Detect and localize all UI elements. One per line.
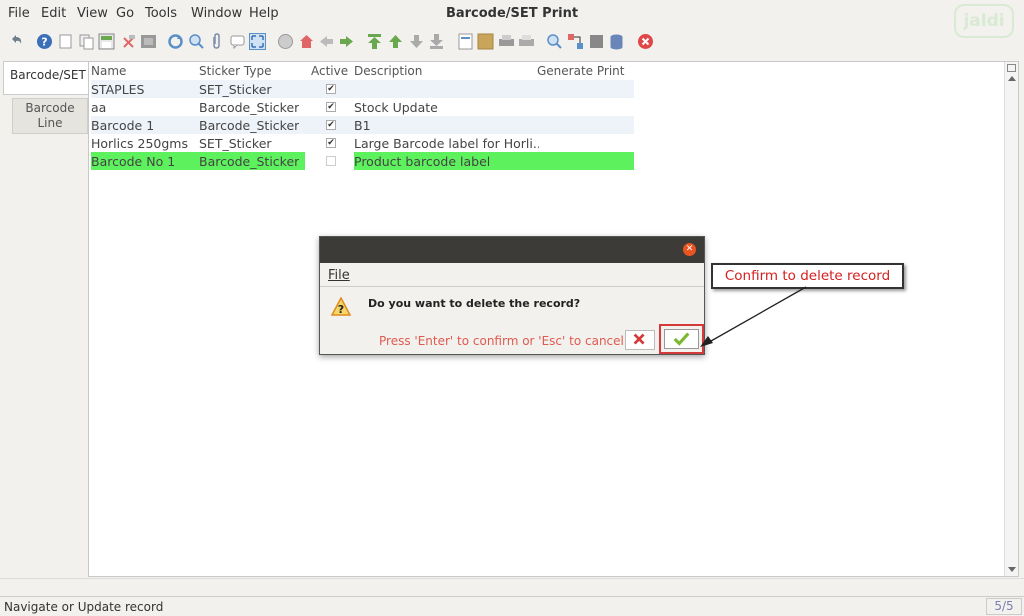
attachment-icon[interactable]: [208, 33, 225, 50]
horizontal-scroll-area: [0, 578, 1024, 594]
cell-sticker-type: SET_Sticker: [199, 82, 272, 97]
cell-description: Product barcode label: [354, 154, 491, 169]
back-icon[interactable]: [318, 33, 335, 50]
active-checkbox[interactable]: [326, 156, 336, 166]
dialog-hint: Press 'Enter' to confirm or 'Esc' to can…: [379, 334, 624, 348]
cell-description: Stock Update: [354, 100, 438, 115]
print-setup-icon[interactable]: [518, 33, 535, 50]
cell-name: Horlics 250gms: [91, 136, 188, 151]
dialog-menu-file[interactable]: File: [328, 268, 350, 283]
home-icon[interactable]: [298, 33, 315, 50]
record-count[interactable]: 5/5: [986, 598, 1022, 615]
cancel-button[interactable]: [625, 330, 655, 350]
status-text: Navigate or Update record: [4, 600, 164, 614]
help-icon[interactable]: ?: [36, 33, 53, 50]
cell-name: STAPLES: [91, 82, 145, 97]
report-icon[interactable]: [457, 33, 474, 50]
cell-description: B1: [354, 118, 371, 133]
warning-icon: ?: [330, 296, 352, 317]
cell-name: Barcode 1: [91, 118, 155, 133]
active-checkbox[interactable]: ✔: [326, 84, 336, 94]
tab-barcode-set[interactable]: Barcode/SET: [3, 61, 88, 95]
active-checkbox[interactable]: ✔: [326, 120, 336, 130]
save-icon[interactable]: [98, 33, 115, 50]
print-preview-icon[interactable]: [140, 33, 157, 50]
col-header-description[interactable]: Description: [354, 64, 422, 80]
svg-text:?: ?: [338, 303, 344, 316]
toolbar: ?: [0, 30, 1024, 56]
cell-sticker-type: Barcode_Sticker: [199, 154, 300, 169]
tab-barcode-line[interactable]: Barcode Line: [12, 98, 88, 134]
active-checkbox[interactable]: ✔: [326, 102, 336, 112]
chat-icon[interactable]: [229, 33, 246, 50]
col-header-sticker-type[interactable]: Sticker Type: [199, 64, 271, 80]
cell-sticker-type: SET_Sticker: [199, 136, 272, 151]
archive-icon[interactable]: [477, 33, 494, 50]
database-icon[interactable]: [608, 33, 625, 50]
delete-confirm-dialog: ✕ File ? Do you want to delete the recor…: [319, 236, 705, 355]
cell-sticker-type: Barcode_Sticker: [199, 118, 300, 133]
table-row[interactable]: Horlics 250gms SET_Sticker ✔ Large Barco…: [91, 134, 634, 152]
first-record-icon[interactable]: [366, 33, 383, 50]
dialog-message: Do you want to delete the record?: [368, 297, 581, 310]
delete-icon[interactable]: [120, 33, 137, 50]
scroll-up-icon[interactable]: [1008, 76, 1016, 81]
new-record-icon[interactable]: [57, 33, 74, 50]
col-header-active[interactable]: Active: [311, 64, 348, 80]
scroll-down-icon[interactable]: [1008, 567, 1016, 572]
dialog-titlebar: ✕: [320, 237, 704, 263]
col-header-name[interactable]: Name: [91, 64, 126, 80]
forward-icon[interactable]: [338, 33, 355, 50]
col-header-generate-print[interactable]: Generate Print: [537, 64, 624, 80]
previous-record-icon[interactable]: [387, 33, 404, 50]
cell-description: Large Barcode label for Horli...: [354, 136, 539, 151]
close-window-icon[interactable]: [637, 33, 654, 50]
product-info-icon[interactable]: [588, 33, 605, 50]
cancel-x-icon: [633, 333, 645, 345]
grid-toggle-icon[interactable]: [249, 33, 266, 50]
last-record-icon[interactable]: [428, 33, 445, 50]
active-checkbox[interactable]: ✔: [326, 138, 336, 148]
table-row[interactable]: Barcode 1 Barcode_Sticker ✔ B1: [91, 116, 634, 134]
print-icon[interactable]: [498, 33, 515, 50]
svg-text:?: ?: [41, 36, 47, 49]
zoom-icon[interactable]: [546, 33, 563, 50]
undo-icon[interactable]: [8, 33, 25, 50]
find-icon[interactable]: [188, 33, 205, 50]
annotation-arrow-icon: [700, 286, 807, 347]
refresh-icon[interactable]: [167, 33, 184, 50]
statusbar: Navigate or Update record 5/5: [0, 596, 1024, 616]
table-row[interactable]: STAPLES SET_Sticker ✔: [91, 80, 634, 98]
copy-icon[interactable]: [78, 33, 95, 50]
window-title: Barcode/SET Print: [445, 6, 579, 21]
cell-name: Barcode No 1: [91, 154, 176, 169]
cell-sticker-type: Barcode_Sticker: [199, 100, 300, 115]
next-record-icon[interactable]: [408, 33, 425, 50]
cell-name: aa: [91, 100, 107, 115]
dialog-close-icon[interactable]: ✕: [683, 243, 696, 256]
vertical-scrollbar[interactable]: [1004, 62, 1018, 576]
table-row[interactable]: aa Barcode_Sticker ✔ Stock Update: [91, 98, 634, 116]
history-icon[interactable]: [277, 33, 294, 50]
workflow-icon[interactable]: [567, 33, 584, 50]
grid-options-icon[interactable]: [1007, 64, 1016, 72]
table-row-selected[interactable]: Barcode No 1 Barcode_Sticker Product bar…: [91, 152, 634, 170]
menubar: File Edit View Go Tools Window Help Barc…: [0, 0, 1024, 38]
